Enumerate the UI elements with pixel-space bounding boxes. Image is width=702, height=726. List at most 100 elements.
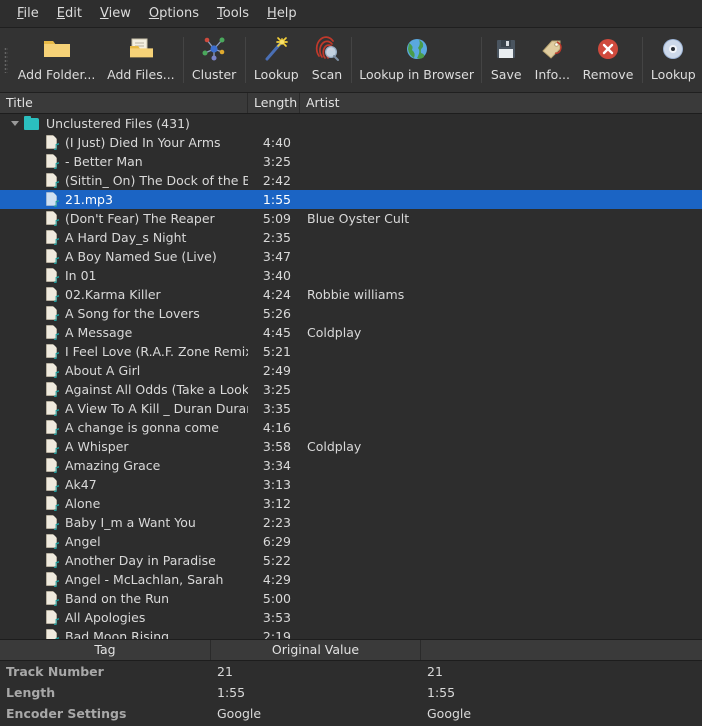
menu-file[interactable]: File <box>8 3 48 25</box>
file-title-text: I Feel Love (R.A.F. Zone Remix)... <box>65 344 248 359</box>
file-title-text: (I Just) Died In Your Arms <box>65 135 221 150</box>
file-length-cell: 2:42 <box>262 173 291 188</box>
floppy-disk-icon <box>494 34 518 64</box>
file-title-text: About A Girl <box>65 363 141 378</box>
file-title-text: A Message <box>65 325 133 340</box>
file-length-cell: 3:25 <box>262 382 291 397</box>
file-list-row[interactable]: A Hard Day_s Night 2:35 <box>0 228 702 247</box>
audio-file-icon <box>45 268 59 283</box>
file-title-cell: Amazing Grace <box>0 458 248 473</box>
audio-file-icon <box>45 629 59 639</box>
file-length-cell: 2:23 <box>262 515 291 530</box>
file-length-cell: 1:55 <box>262 192 291 207</box>
file-list-row[interactable]: - Better Man 3:25 <box>0 152 702 171</box>
file-title-text: Baby I_m a Want You <box>65 515 196 530</box>
magic-wand-icon <box>262 34 290 64</box>
file-list-row[interactable]: (I Just) Died In Your Arms 4:40 <box>0 133 702 152</box>
file-list-row[interactable]: Another Day in Paradise 5:22 <box>0 551 702 570</box>
file-list-row[interactable]: (Sittin_ On) The Dock of the B... 2:42 <box>0 171 702 190</box>
file-list-row[interactable]: A Song for the Lovers 5:26 <box>0 304 702 323</box>
menu-view[interactable]: View <box>91 3 140 25</box>
file-list-row[interactable]: About A Girl 2:49 <box>0 361 702 380</box>
file-list-row[interactable]: 02.Karma Killer 4:24 Robbie williams <box>0 285 702 304</box>
file-list-row[interactable]: A Whisper 3:58 Coldplay <box>0 437 702 456</box>
file-length-cell: 3:25 <box>262 154 291 169</box>
column-header-artist[interactable]: Artist <box>300 93 702 113</box>
remove-label: Remove <box>582 67 634 82</box>
file-list-row[interactable]: 21.mp3 1:55 <box>0 190 702 209</box>
column-header-original-value[interactable]: Original Value <box>211 640 421 660</box>
save-button[interactable]: Save <box>484 28 528 92</box>
column-header-length[interactable]: Length <box>248 93 300 113</box>
audio-file-icon <box>45 401 59 416</box>
cd-disc-icon <box>661 34 685 64</box>
file-list-row[interactable]: Alone 3:12 <box>0 494 702 513</box>
file-title-text: A Hard Day_s Night <box>65 230 187 245</box>
metadata-header: Tag Original Value <box>0 640 702 661</box>
file-list-row[interactable]: A change is gonna come 4:16 <box>0 418 702 437</box>
add-folder-button[interactable]: Add Folder... <box>12 28 101 92</box>
file-artist-cell: Coldplay <box>307 325 362 340</box>
audio-file-icon <box>45 154 59 169</box>
file-list-row[interactable]: In 01 3:40 <box>0 266 702 285</box>
file-title-cell: - Better Man <box>0 154 248 169</box>
metadata-row[interactable]: Track Number 21 21 <box>0 661 702 682</box>
file-length-cell: 3:35 <box>262 401 291 416</box>
audio-file-icon <box>45 553 59 568</box>
column-header-tag[interactable]: Tag <box>0 640 211 660</box>
column-header-title[interactable]: Title <box>0 93 248 113</box>
menu-tools[interactable]: Tools <box>208 3 258 25</box>
fingerprint-scan-icon <box>313 34 341 64</box>
remove-circle-icon <box>596 34 620 64</box>
file-list-row[interactable]: A Boy Named Sue (Live) 3:47 <box>0 247 702 266</box>
file-list-row[interactable]: Against All Odds (Take a Look ... 3:25 <box>0 380 702 399</box>
picard-main-window: File Edit View Options Tools Help Add Fo… <box>0 0 702 726</box>
scan-button[interactable]: Scan <box>305 28 349 92</box>
file-list-row[interactable]: Angel - McLachlan, Sarah 4:29 <box>0 570 702 589</box>
file-title-text: Band on the Run <box>65 591 170 606</box>
file-length-cell: 5:00 <box>262 591 291 606</box>
metadata-row[interactable]: Encoder Settings Google Google <box>0 703 702 724</box>
file-list-row[interactable]: Bad Moon Rising 2:19 <box>0 627 702 639</box>
file-list-row[interactable]: Amazing Grace 3:34 <box>0 456 702 475</box>
metadata-row[interactable]: Length 1:55 1:55 <box>0 682 702 703</box>
file-list-row[interactable]: A Message 4:45 Coldplay <box>0 323 702 342</box>
audio-file-icon <box>45 477 59 492</box>
file-title-text: Angel - McLachlan, Sarah <box>65 572 224 587</box>
folder-icon <box>42 34 72 64</box>
file-length-cell: 5:22 <box>262 553 291 568</box>
lookup-button[interactable]: Lookup <box>248 28 305 92</box>
toolbar-drag-handle[interactable] <box>0 28 12 92</box>
file-list-row[interactable]: Band on the Run 5:00 <box>0 589 702 608</box>
file-list-row[interactable]: (Don't Fear) The Reaper 5:09 Blue Oyster C… <box>0 209 702 228</box>
remove-button[interactable]: Remove <box>576 28 639 92</box>
file-list-row[interactable]: Baby I_m a Want You 2:23 <box>0 513 702 532</box>
column-header-new-value[interactable] <box>421 640 702 660</box>
file-title-text: Against All Odds (Take a Look ... <box>65 382 248 397</box>
info-button[interactable]: Info... <box>528 28 576 92</box>
metadata-new-value: Google <box>427 706 472 721</box>
lookup-in-browser-button[interactable]: Lookup in Browser <box>354 28 479 92</box>
chevron-down-icon[interactable] <box>9 118 21 130</box>
file-length-cell: 6:29 <box>262 534 291 549</box>
metadata-panel: Tag Original Value Track Number 21 21 Lengt… <box>0 639 702 726</box>
add-files-button[interactable]: Add Files... <box>101 28 180 92</box>
file-list-group-row[interactable]: Unclustered Files (431) <box>0 114 702 133</box>
metadata-new-value: 1:55 <box>427 685 456 700</box>
file-list-row[interactable]: All Apologies 3:53 <box>0 608 702 627</box>
file-length-cell: 3:53 <box>262 610 291 625</box>
file-list-row[interactable]: I Feel Love (R.A.F. Zone Remix)... 5:21 <box>0 342 702 361</box>
menu-edit[interactable]: Edit <box>48 3 91 25</box>
file-title-text: 21.mp3 <box>65 192 113 207</box>
file-length-cell: 4:45 <box>262 325 291 340</box>
file-list-row[interactable]: Ak47 3:13 <box>0 475 702 494</box>
file-list-row[interactable]: Angel 6:29 <box>0 532 702 551</box>
menu-options[interactable]: Options <box>140 3 208 25</box>
menu-help[interactable]: Help <box>258 3 306 25</box>
audio-file-icon <box>45 306 59 321</box>
lookup-cd-button[interactable]: Lookup <box>645 28 702 92</box>
file-title-text: (Don't Fear) The Reaper <box>65 211 215 226</box>
file-list-row[interactable]: A View To A Kill _ Duran Duran 3:35 <box>0 399 702 418</box>
audio-file-icon <box>45 382 59 397</box>
cluster-button[interactable]: Cluster <box>186 28 243 92</box>
